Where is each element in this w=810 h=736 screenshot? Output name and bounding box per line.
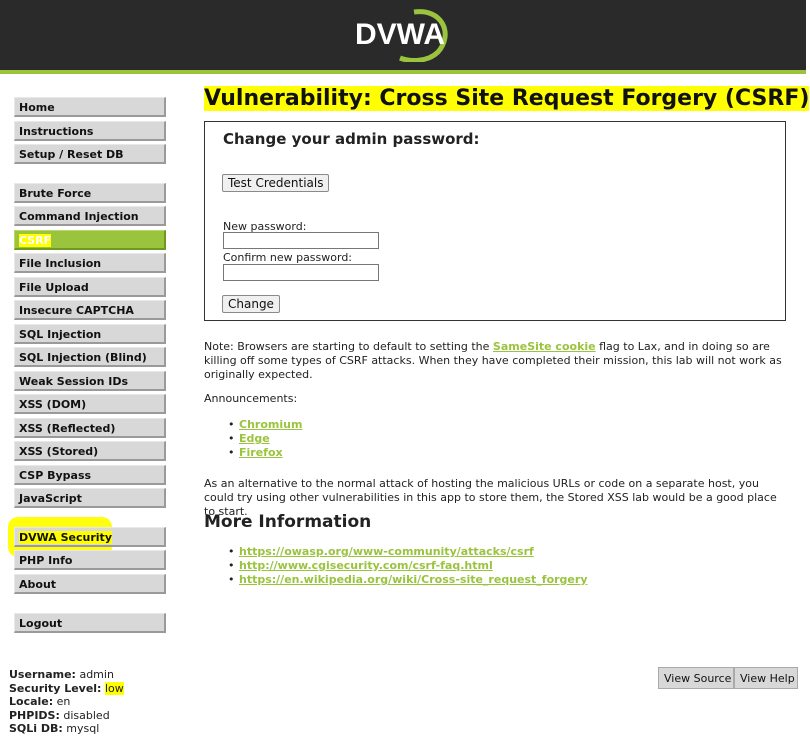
more-info-list: https://owasp.org/www-community/attacks/… <box>204 545 588 587</box>
locale-row: Locale: en <box>9 695 124 709</box>
session-info: Username: admin Security Level: low Loca… <box>9 668 124 736</box>
menu-item-javascript[interactable]: JavaScript <box>14 488 166 508</box>
page-title: Vulnerability: Cross Site Request Forger… <box>204 86 810 111</box>
menu-item-setup[interactable]: Setup / Reset DB <box>14 144 166 164</box>
menu-item-csrf-label: CSRF <box>19 234 52 247</box>
page-title-text: Vulnerability: Cross Site Request Forger… <box>204 86 810 111</box>
edge-link[interactable]: Edge <box>239 432 270 445</box>
phpids-label: PHPIDS: <box>9 708 60 722</box>
username-value: admin <box>79 668 114 681</box>
menu-item-xss-reflected[interactable]: XSS (Reflected) <box>14 418 166 438</box>
locale-value: en <box>56 695 71 708</box>
chromium-link[interactable]: Chromium <box>239 418 302 431</box>
announcements-list: Chromium Edge Firefox <box>204 418 302 460</box>
menu-item-xss-dom[interactable]: XSS (DOM) <box>14 394 166 414</box>
test-credentials-button[interactable]: Test Credentials <box>222 174 330 192</box>
menu-item-brute-force[interactable]: Brute Force <box>14 183 166 203</box>
note-text: Note: Browsers are starting to default t… <box>204 340 784 382</box>
list-item: https://owasp.org/www-community/attacks/… <box>204 545 588 559</box>
owasp-link[interactable]: https://owasp.org/www-community/attacks/… <box>239 545 534 558</box>
header: DVWA <box>0 0 806 74</box>
locale-label: Locale: <box>9 695 54 708</box>
view-source-button[interactable]: View Source <box>658 667 734 689</box>
menu-item-sql-injection[interactable]: SQL Injection <box>14 324 166 344</box>
menu-item-file-upload[interactable]: File Upload <box>14 277 166 297</box>
menu-item-csp-bypass[interactable]: CSP Bypass <box>14 465 166 485</box>
confirm-password-input[interactable] <box>223 264 379 281</box>
menu-item-insecure-captcha[interactable]: Insecure CAPTCHA <box>14 300 166 320</box>
logo-text: DVWA <box>355 18 445 51</box>
menu-item-about[interactable]: About <box>14 574 166 594</box>
security-label: Security Level: <box>9 681 102 695</box>
list-item: Edge <box>204 432 302 446</box>
menu-item-xss-stored[interactable]: XSS (Stored) <box>14 441 166 461</box>
phpids-row: PHPIDS: disabled <box>9 709 124 723</box>
phpids-value: disabled <box>63 708 110 722</box>
username-row: Username: admin <box>9 668 124 682</box>
menu-item-sql-injection-blind[interactable]: SQL Injection (Blind) <box>14 347 166 367</box>
menu-item-weak-session-ids[interactable]: Weak Session IDs <box>14 371 166 391</box>
more-info-heading: More Information <box>204 512 372 532</box>
sqli-row: SQLi DB: mysql <box>9 722 124 736</box>
announcements-label: Announcements: <box>204 392 298 405</box>
confirm-password-label: Confirm new password: <box>223 251 353 264</box>
note-pre: Note: Browsers are starting to default t… <box>204 340 493 353</box>
menu-item-dvwa-security[interactable]: DVWA Security <box>14 527 166 547</box>
security-value: low <box>104 681 124 695</box>
samesite-cookie-link[interactable]: SameSite cookie <box>493 340 596 353</box>
menu-item-php-info[interactable]: PHP Info <box>14 550 166 570</box>
menu-item-dvwa-security-label: DVWA Security <box>19 531 112 544</box>
menu-item-instructions[interactable]: Instructions <box>14 121 166 141</box>
menu-item-csrf[interactable]: CSRF <box>14 230 166 250</box>
change-button[interactable]: Change <box>222 295 280 313</box>
menu-item-home[interactable]: Home <box>14 97 166 117</box>
menu-item-file-inclusion[interactable]: File Inclusion <box>14 253 166 273</box>
sqli-value: mysql <box>66 722 100 735</box>
list-item: http://www.cgisecurity.com/csrf-faq.html <box>204 559 588 573</box>
dvwa-logo: DVWA <box>355 9 448 62</box>
wikipedia-link[interactable]: https://en.wikipedia.org/wiki/Cross-site… <box>239 573 588 586</box>
firefox-link[interactable]: Firefox <box>239 446 283 459</box>
username-label: Username: <box>9 668 76 681</box>
csrf-form-box: Change your admin password: Test Credent… <box>204 121 786 321</box>
list-item: Chromium <box>204 418 302 432</box>
new-password-input[interactable] <box>223 232 379 249</box>
menu-item-logout[interactable]: Logout <box>14 613 166 633</box>
list-item: Firefox <box>204 446 302 460</box>
sqli-label: SQLi DB: <box>9 722 63 735</box>
menu-item-command-injection[interactable]: Command Injection <box>14 206 166 226</box>
list-item: https://en.wikipedia.org/wiki/Cross-site… <box>204 573 588 587</box>
security-row: Security Level: low <box>9 681 124 696</box>
cgisecurity-link[interactable]: http://www.cgisecurity.com/csrf-faq.html <box>239 559 493 572</box>
box-heading: Change your admin password: <box>223 130 480 148</box>
view-help-button[interactable]: View Help <box>734 667 798 689</box>
